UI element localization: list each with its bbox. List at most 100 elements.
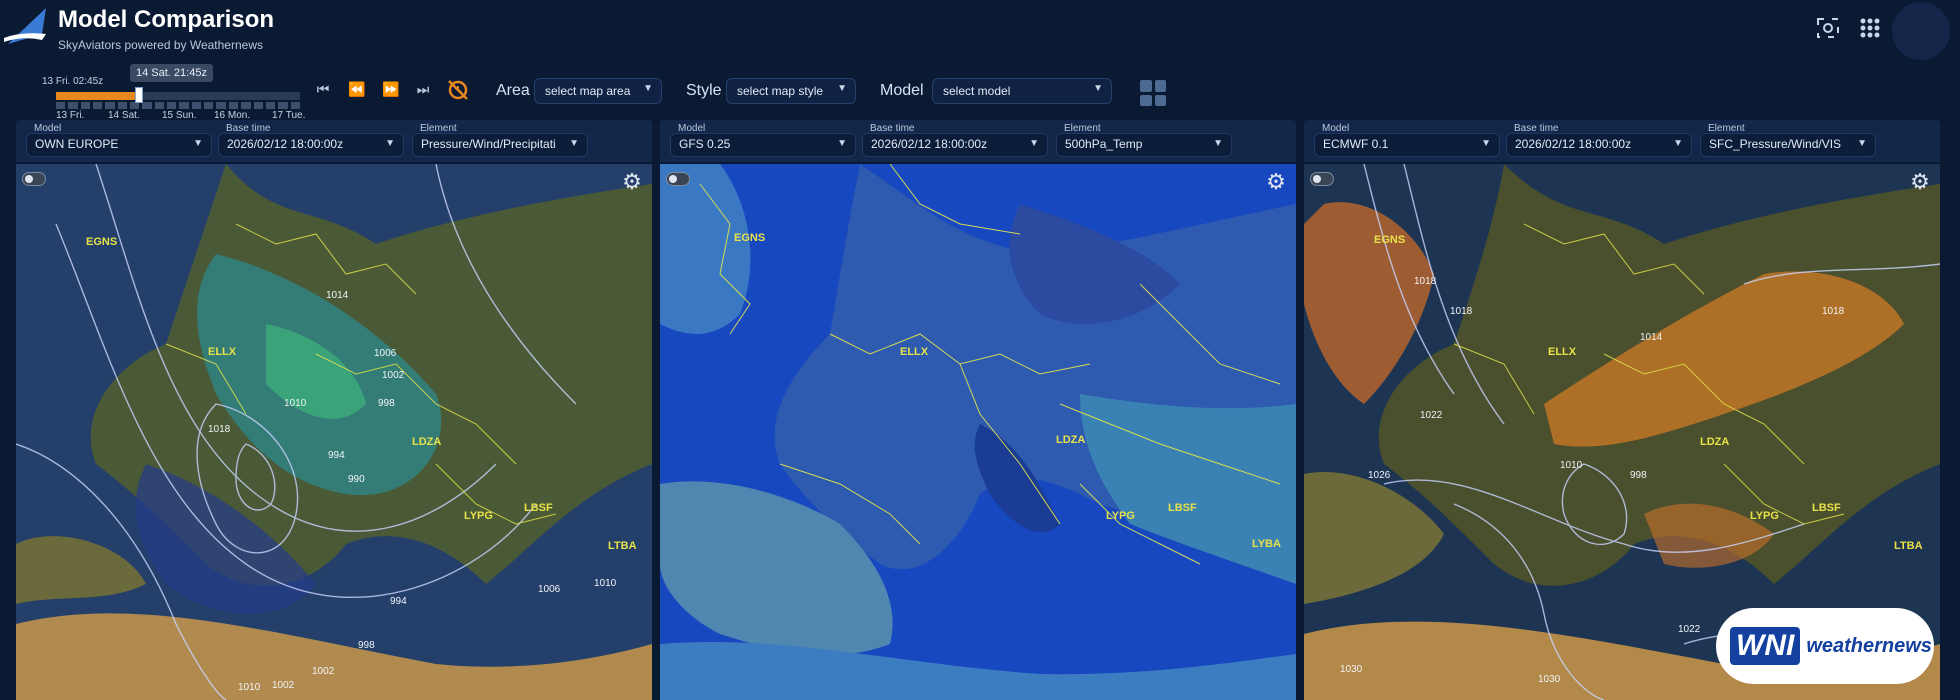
layer-toggle[interactable] [666,172,690,186]
layer-toggle[interactable] [1310,172,1334,186]
airport-label: LTBA [608,540,637,552]
timeline-step[interactable] [68,102,78,109]
chevron-down-icon: ▼ [837,83,847,94]
airport-label: ELLX [900,346,929,358]
panel-resize-handle[interactable] [1296,164,1302,700]
isobar-label: 1022 [1678,624,1701,635]
timeline-step[interactable] [241,102,251,109]
model-select[interactable]: select model ▼ [932,78,1112,104]
panel-3-base-time-select[interactable]: 2026/02/12 18:00:00z ▼ [1506,133,1692,157]
isobar-label: 1014 [326,290,349,301]
timeline-step[interactable] [154,102,165,109]
airport-label: LTBA [1894,540,1923,552]
layer-toggle[interactable] [22,172,46,186]
isobar-label: 998 [1630,470,1647,481]
isobar-label: 1006 [374,348,397,359]
panel-3-header: Model ECMWF 0.1 ▼ Base time 2026/02/12 18… [1304,120,1940,162]
isobar-label: 1010 [238,682,261,693]
skip-to-start-icon[interactable]: ⏮ [312,78,334,100]
timeline-step[interactable] [56,102,66,109]
gear-icon[interactable]: ⚙ [1908,170,1932,194]
panel-1-element-value: Pressure/Wind/Precipitati [421,137,556,151]
chevron-down-icon: ▼ [566,138,579,149]
airport-label: LDZA [412,436,442,448]
timeline-step[interactable] [253,102,263,109]
timeline-step[interactable] [130,102,140,109]
timeline-step[interactable] [290,102,300,109]
panel-3-model-select[interactable]: ECMWF 0.1 ▼ [1314,133,1500,157]
chevron-down-icon: ▼ [1481,138,1491,149]
panel-1-element-select[interactable]: Pressure/Wind/Precipitati ▼ [412,133,588,157]
timeline-step[interactable] [204,102,214,109]
isobar-label: 1002 [272,680,295,691]
timeline-step[interactable] [167,102,177,109]
airport-label: LYPG [1106,510,1135,522]
timeline-step[interactable] [117,102,128,109]
isobar-label: 1010 [594,578,617,589]
timeline-step[interactable] [93,102,103,109]
area-select-value: select map area [545,84,631,98]
timeline-step[interactable] [179,102,189,109]
timeline-steps [56,102,300,109]
timeline-step[interactable] [105,102,115,109]
panel-2-base-time-select[interactable]: 2026/02/12 18:00:00z ▼ [862,133,1048,157]
timeline-start-label: 13 Fri. 02:45z [42,76,104,87]
area-select[interactable]: select map area ▼ [534,78,662,104]
timeline-step[interactable] [80,102,91,109]
chevron-down-icon: ▼ [1029,138,1039,149]
style-select[interactable]: select map style ▼ [726,78,856,104]
chevron-down-icon: ▼ [385,138,395,149]
isobar-label: 1030 [1538,674,1561,685]
airport-label: EGNS [86,236,118,248]
airport-label: LBSF [524,502,553,514]
map-2-canvas [660,164,1296,700]
panel-2-element-select[interactable]: 500hPa_Temp ▼ [1056,133,1232,157]
timeline-handle[interactable] [134,87,143,103]
timeline-step[interactable] [278,102,288,109]
sync-off-icon[interactable] [444,76,472,104]
isobar-label: 998 [378,398,395,409]
panel-resize-handle[interactable] [652,164,658,700]
timeline-step[interactable] [216,102,226,109]
timeline-progress [56,92,139,100]
airport-label: LBSF [1168,502,1197,514]
isobar-label: 1018 [1822,306,1845,317]
airport-label: EGNS [1374,234,1406,246]
gear-icon[interactable]: ⚙ [1264,170,1288,194]
isobar-label: 1010 [1560,460,1583,471]
avatar[interactable] [1892,2,1950,60]
airport-label: LDZA [1056,434,1086,446]
isobar-label: 1002 [312,666,335,677]
style-label: Style [686,82,722,99]
airport-label: LYBA [1252,538,1281,550]
step-back-icon[interactable]: ⏪ [346,78,368,100]
step-forward-icon[interactable]: ⏩ [380,78,402,100]
panel-1-model-value: OWN EUROPE [35,137,119,151]
panel-1-model-select[interactable]: OWN EUROPE ▼ [26,133,212,157]
timeline-step[interactable] [191,102,202,109]
timeline-step[interactable] [142,102,152,109]
panel-2-base-time-value: 2026/02/12 18:00:00z [871,137,988,151]
panel-3-base-time-value: 2026/02/12 18:00:00z [1515,137,1632,151]
gear-icon[interactable]: ⚙ [620,170,644,194]
skip-to-end-icon[interactable]: ⏭ [412,78,434,100]
screenshot-icon[interactable] [1814,14,1842,42]
isobar-label: 994 [328,450,345,461]
chevron-down-icon: ▼ [1673,138,1683,149]
isobar-label: 1018 [1414,276,1437,287]
panel-2-model-select[interactable]: GFS 0.25 ▼ [670,133,856,157]
timeline-step[interactable] [265,102,276,109]
timeline-slider[interactable]: 13 Fri. 02:45z 14 Sat. 21:45z 13 Fri. 14… [42,62,305,124]
panel-3-element-select[interactable]: SFC_Pressure/Wind/VIS ▼ [1700,133,1876,157]
isobar-label: 1026 [1368,470,1391,481]
panel-3-element-value: SFC_Pressure/Wind/VIS [1709,137,1842,151]
map-panel-1[interactable]: ⚙ EGNS ELLX LDZA LYPG LBSF LTBA 1014 100… [16,164,652,700]
airport-label: EGNS [734,232,766,244]
map-panel-2[interactable]: ⚙ EGNS ELLX LDZA LYPG LBSF LYBA [660,164,1296,700]
isobar-label: 1018 [1450,306,1473,317]
layout-grid-icon[interactable] [1140,80,1166,106]
panel-2-model-value: GFS 0.25 [679,137,731,151]
apps-grid-icon[interactable] [1856,14,1884,42]
panel-1-base-time-select[interactable]: 2026/02/12 18:00:00z ▼ [218,133,404,157]
timeline-step[interactable] [228,102,239,109]
